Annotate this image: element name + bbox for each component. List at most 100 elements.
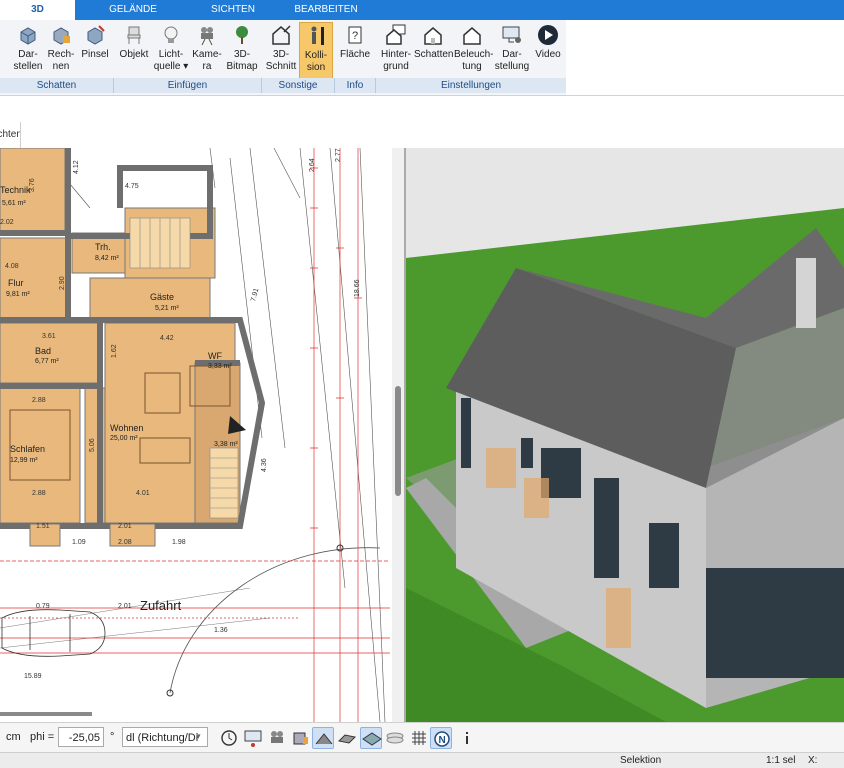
paint-button[interactable] [290, 727, 312, 749]
background-house-icon [386, 24, 406, 45]
area-question-icon: ? [348, 26, 362, 44]
person-icon [311, 26, 324, 45]
more-options-button[interactable] [456, 727, 478, 749]
section-icon [272, 25, 291, 45]
dim-text: 1.51 [36, 523, 50, 530]
room-area: 9,81 m² [6, 291, 30, 298]
video-button[interactable]: Video [534, 22, 562, 80]
background-label: Hinter- grund [380, 49, 411, 72]
room-name: Trh. [95, 242, 111, 252]
lighting-button[interactable]: Beleuch- tung [454, 22, 494, 80]
roof-view-button[interactable] [312, 727, 334, 749]
dim-text: 2.08 [118, 539, 132, 546]
room-area: 5,61 m² [2, 200, 26, 207]
room-area: 6,77 m² [35, 358, 59, 365]
collision-button[interactable]: Kolli- sion [299, 22, 333, 82]
brush-label: Pinsel [81, 49, 109, 60]
car-symbol [1, 609, 106, 657]
display-monitor-icon [502, 26, 521, 43]
camera-toolbar-button[interactable] [266, 727, 288, 749]
dim-text: 2.02 [0, 219, 14, 226]
dim-text: 2.64 [309, 158, 316, 172]
north-button[interactable]: N [430, 727, 452, 749]
floor-plan-view[interactable]: Technik 5,61 m² Flur 9,81 m² Trh. 8,42 m… [0, 148, 404, 722]
section-button[interactable]: 3D- Schnitt [264, 22, 298, 80]
shadow-button[interactable]: Schatten [414, 22, 453, 80]
camera-button[interactable]: Kame- ra [191, 22, 223, 80]
walls-button[interactable] [336, 727, 358, 749]
lightbulb-icon [164, 26, 178, 43]
walls-icon [337, 734, 357, 744]
dim-text: 18.66 [354, 279, 361, 297]
clock-icon [221, 730, 237, 746]
tab-bearbeiten[interactable]: BEARBEITEN [288, 0, 364, 20]
display-button[interactable]: Dar- stellung [492, 22, 532, 80]
svg-text:N: N [439, 735, 446, 746]
group-info: Info [335, 78, 376, 93]
room-area: 3,38 m² [214, 441, 238, 448]
phi-label: phi = [30, 731, 55, 743]
background-button[interactable]: Hinter- grund [378, 22, 414, 80]
presentation-button[interactable] [242, 727, 264, 749]
lighting-label: Beleuch- tung [454, 49, 494, 72]
ribbon-empty-area [566, 20, 844, 95]
chevron-down-icon[interactable]: ▾ [196, 731, 201, 742]
object-label: Objekt [119, 49, 149, 60]
floor-layer-icon [362, 732, 382, 746]
paint-bucket-icon [293, 732, 308, 745]
tab-sichten[interactable]: SICHTEN [198, 0, 268, 20]
3d-view[interactable] [406, 148, 844, 722]
room-area: 25,00 m² [110, 435, 138, 442]
room-name: Technik [0, 185, 31, 195]
tab-gelaende[interactable]: GELÄNDE [98, 0, 168, 20]
camera-label: Kame- ra [192, 49, 222, 72]
dim-text: 5.06 [89, 438, 96, 452]
tree-icon [236, 26, 248, 44]
dim-text: 1.98 [172, 539, 186, 546]
plan-scroll-thumb[interactable] [395, 386, 401, 496]
area-button[interactable]: ? Fläche [338, 22, 372, 80]
brush-button[interactable]: Pinsel [78, 22, 112, 80]
dim-text: 4.42 [160, 335, 174, 342]
unit-label: cm [6, 731, 21, 743]
phi-input[interactable]: -25,05 [58, 727, 104, 747]
dim-text: 2.88 [32, 397, 46, 404]
doc-tab-ansichten[interactable]: Ansichten [0, 122, 21, 148]
lightsource-label: Licht- quelle ▾ [153, 49, 189, 72]
layers-icon [386, 732, 404, 744]
room-name: Bad [35, 346, 51, 356]
render-icon [20, 27, 36, 45]
lighting-house-icon [463, 27, 481, 45]
dim-text: 0.79 [36, 603, 50, 610]
chair-icon [127, 26, 141, 44]
grid-icon [412, 731, 426, 745]
dim-text: 15.89 [24, 673, 42, 680]
calculate-button[interactable]: Rech- nen [46, 22, 76, 80]
tab-3d[interactable]: 3D [0, 0, 75, 20]
render-label: Dar- stellen [13, 49, 43, 72]
calculate-icon [53, 27, 70, 45]
camera-icon [201, 27, 213, 46]
plan-vertical-scrollbar[interactable] [392, 148, 404, 722]
clock-button[interactable] [218, 727, 240, 749]
dim-text: 3.61 [42, 333, 56, 340]
floor-plan-drawing: Technik 5,61 m² Flur 9,81 m² Trh. 8,42 m… [0, 148, 390, 722]
roof-icon [315, 733, 333, 745]
video-label: Video [535, 49, 561, 60]
dim-text: 4.75 [125, 183, 139, 190]
lightsource-button[interactable]: Licht- quelle ▾ [153, 22, 189, 80]
grid-button[interactable] [408, 727, 430, 749]
shadow-house-icon [424, 27, 442, 45]
bitmap-button[interactable]: 3D- Bitmap [225, 22, 259, 80]
play-video-icon [538, 25, 558, 45]
group-sonstige: Sonstige [262, 78, 335, 93]
render-button[interactable]: Dar- stellen [10, 22, 46, 80]
plan-horizontal-scrollbar[interactable] [0, 712, 92, 716]
floor-view-button[interactable] [360, 727, 382, 749]
layers-button[interactable] [384, 727, 406, 749]
dim-text: 1.09 [72, 539, 86, 546]
calculate-label: Rech- nen [47, 49, 75, 72]
dim-text: 2.90 [59, 276, 66, 290]
object-button[interactable]: Objekt [117, 22, 151, 80]
more-vertical-icon [466, 732, 468, 744]
